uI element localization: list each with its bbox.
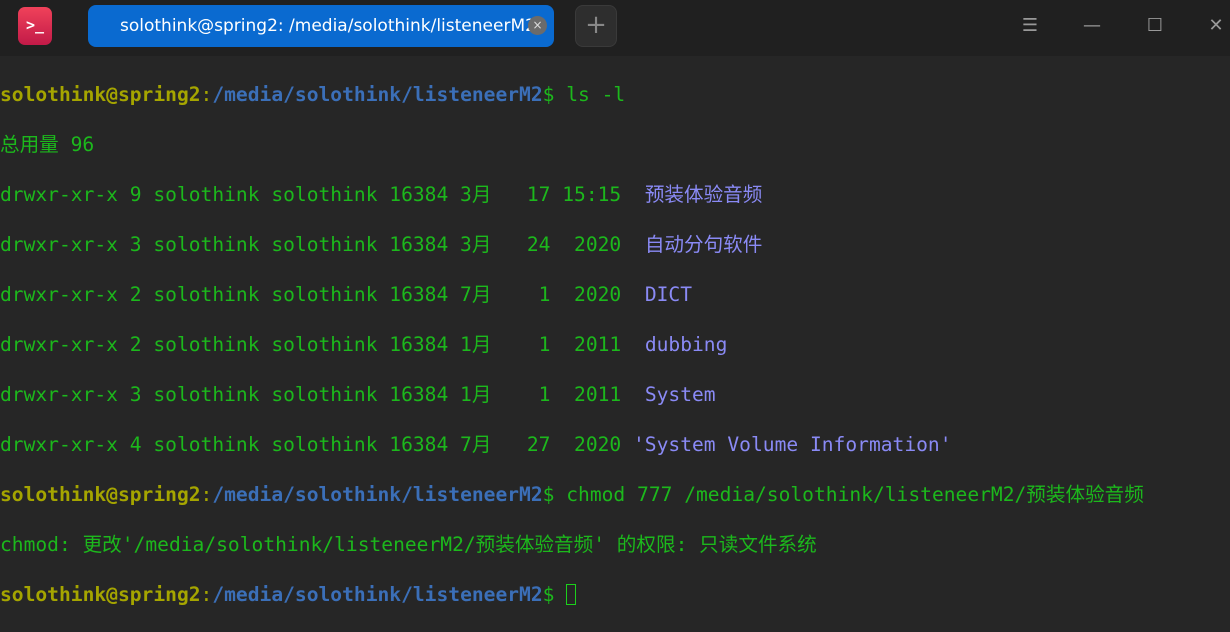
file-meta: drwxr-xr-x 4 solothink solothink 16384 7… — [0, 433, 634, 456]
dir-name: dubbing — [644, 333, 728, 356]
title-bar: >_ solothink@spring2: /media/solothink/l… — [0, 0, 1230, 56]
error-line: chmod: 更改'/media/solothink/listeneerM2/预… — [0, 533, 817, 556]
prompt-colon: : — [200, 83, 213, 106]
list-item: drwxr-xr-x 3 solothink solothink 16384 3… — [0, 232, 1144, 257]
maximize-icon[interactable]: ☐ — [1143, 14, 1167, 38]
tab-terminal[interactable]: solothink@spring2: /media/solothink/list… — [88, 5, 554, 47]
file-meta: drwxr-xr-x 3 solothink solothink 16384 1… — [0, 383, 645, 406]
prompt-dollar: $ — [542, 83, 555, 106]
total-line: 总用量 96 — [0, 133, 95, 156]
new-tab-button[interactable]: + — [575, 5, 617, 47]
minimize-icon[interactable]: — — [1080, 14, 1104, 38]
prompt-dollar: $ — [542, 483, 555, 506]
prompt-path: /media/solothink/listeneerM2 — [212, 83, 543, 106]
command-text: ls -l — [554, 83, 626, 106]
dir-name: DICT — [644, 283, 692, 306]
prompt-path: /media/solothink/listeneerM2 — [212, 583, 543, 606]
dir-name: 预装体验音频 — [644, 183, 763, 206]
prompt-dollar: $ — [542, 583, 555, 606]
prompt-colon: : — [200, 483, 213, 506]
list-item: drwxr-xr-x 2 solothink solothink 16384 7… — [0, 282, 1144, 307]
close-window-icon[interactable]: ✕ — [1204, 14, 1228, 38]
prompt-line: solothink@spring2:/media/solothink/liste… — [0, 82, 1144, 107]
prompt-user: solothink@spring2 — [0, 583, 201, 606]
terminal-app-icon: >_ — [18, 7, 52, 45]
list-item: drwxr-xr-x 9 solothink solothink 16384 3… — [0, 182, 1144, 207]
file-meta: drwxr-xr-x 3 solothink solothink 16384 3… — [0, 233, 645, 256]
command-text: chmod 777 /media/solothink/listeneerM2/预… — [554, 483, 1144, 506]
file-meta: drwxr-xr-x 2 solothink solothink 16384 7… — [0, 283, 645, 306]
tab-close-icon[interactable]: × — [528, 16, 547, 35]
dir-name: 'System Volume Information' — [633, 433, 952, 456]
menu-icon[interactable]: ☰ — [1018, 14, 1042, 38]
dir-name: System — [644, 383, 716, 406]
list-item: drwxr-xr-x 3 solothink solothink 16384 1… — [0, 382, 1144, 407]
cursor — [566, 584, 577, 605]
prompt-colon: : — [200, 583, 213, 606]
file-meta: drwxr-xr-x 9 solothink solothink 16384 3… — [0, 183, 645, 206]
list-item: drwxr-xr-x 4 solothink solothink 16384 7… — [0, 432, 1144, 457]
file-meta: drwxr-xr-x 2 solothink solothink 16384 1… — [0, 333, 645, 356]
prompt-user: solothink@spring2 — [0, 83, 201, 106]
prompt-user: solothink@spring2 — [0, 483, 201, 506]
terminal-output[interactable]: solothink@spring2:/media/solothink/liste… — [0, 57, 1144, 632]
list-item: drwxr-xr-x 2 solothink solothink 16384 1… — [0, 332, 1144, 357]
prompt-line: solothink@spring2:/media/solothink/liste… — [0, 482, 1144, 507]
prompt-line: solothink@spring2:/media/solothink/liste… — [0, 582, 1144, 607]
dir-name: 自动分句软件 — [644, 233, 763, 256]
prompt-path: /media/solothink/listeneerM2 — [212, 483, 543, 506]
